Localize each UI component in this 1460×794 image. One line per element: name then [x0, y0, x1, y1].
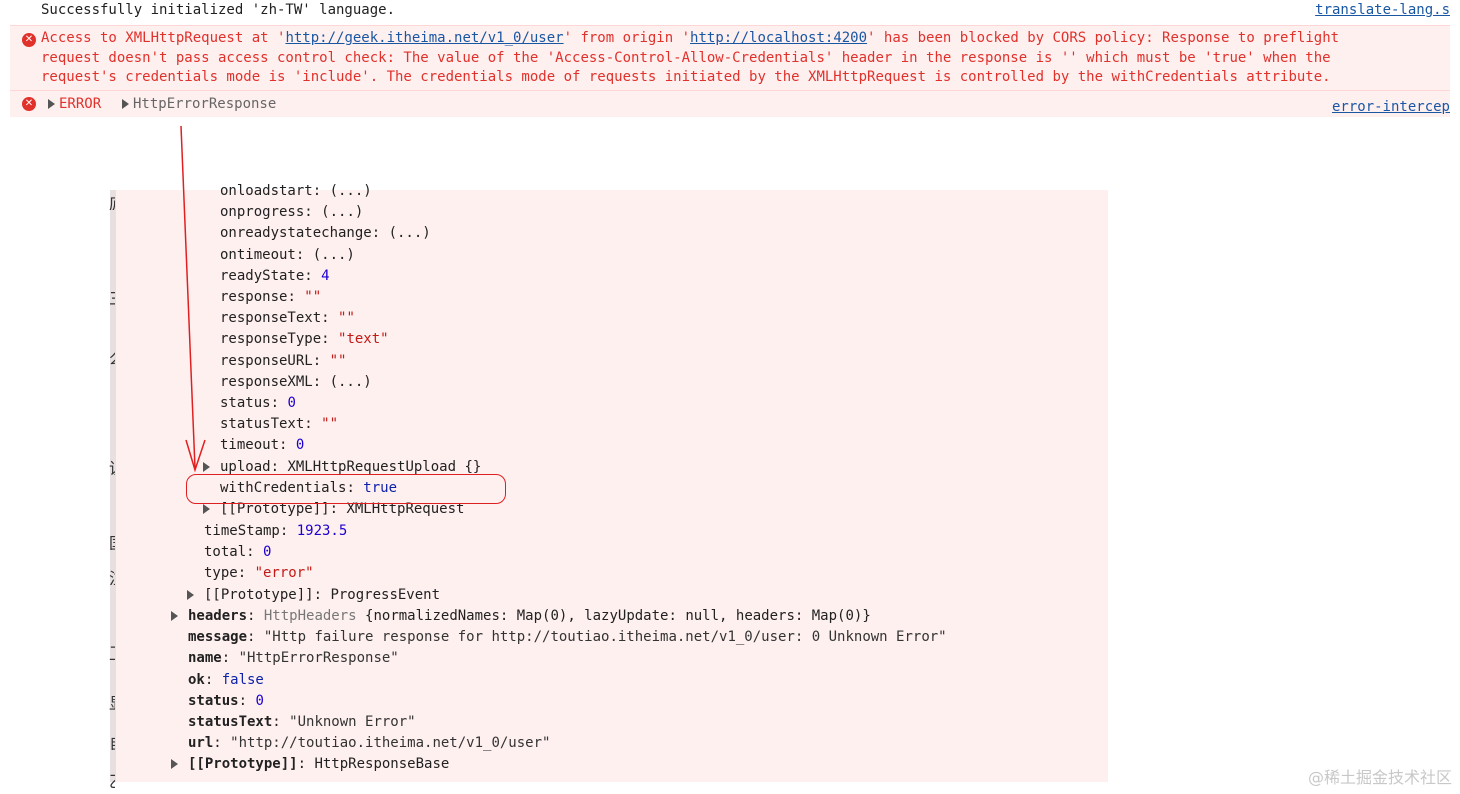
watermark: @稀土掘金技术社区 [1307, 768, 1452, 787]
annotation-arrow [180, 125, 206, 473]
